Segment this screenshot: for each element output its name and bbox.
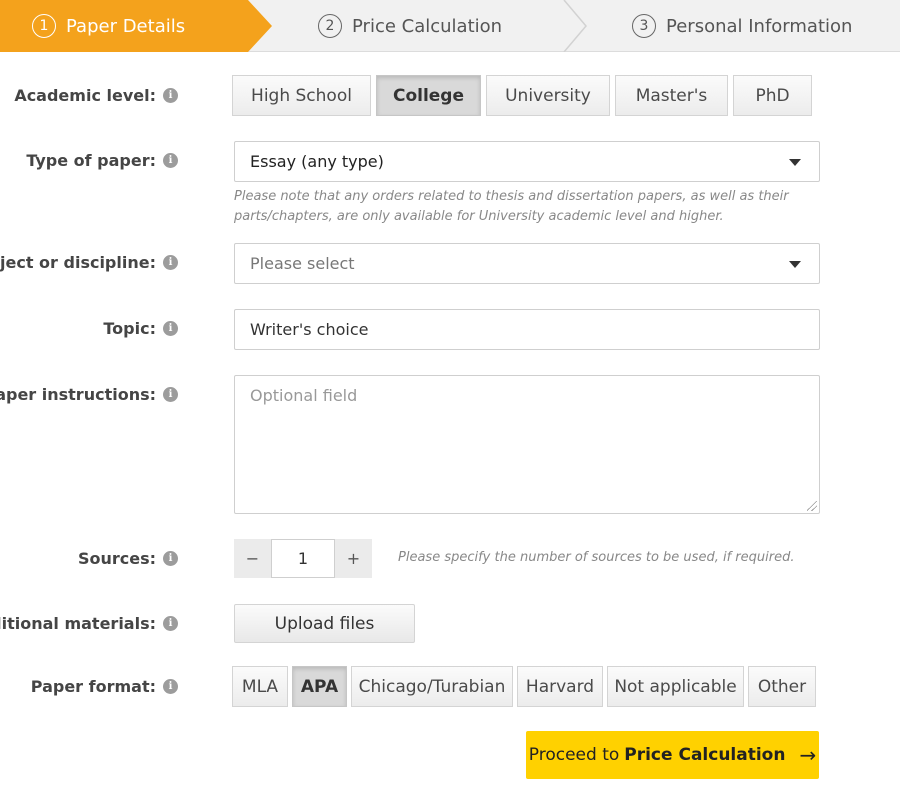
step-number: 3 [632,14,656,38]
proceed-target: Price Calculation [624,745,786,765]
step-number: 1 [32,14,56,38]
topic-input[interactable]: Writer's choice [234,309,820,350]
step-label: Paper Details [66,15,186,37]
info-icon[interactable]: i [163,387,178,402]
chevron-down-icon [789,159,801,166]
label-text: Sources: [77,549,156,568]
type-of-paper-label: Type of paper: i [26,151,178,170]
info-icon[interactable]: i [163,551,178,566]
sources-increment-button[interactable]: + [335,539,372,578]
order-steps: 1 Paper Details 2 Price Calculation 3 Pe… [0,0,900,52]
sources-count-input[interactable]: 1 [271,539,335,578]
info-icon[interactable]: i [163,321,178,336]
format-mla[interactable]: MLA [232,666,288,707]
paper-format-options: MLA APA Chicago/Turabian Harvard Not app… [232,666,816,707]
info-icon[interactable]: i [163,679,178,694]
label-text: Type of paper: [26,151,156,170]
label-text: Additional materials: [0,614,156,633]
academic-level-options: High School College University Master's … [232,75,817,116]
arrow-right-icon: → [799,743,817,767]
subject-placeholder: Please select [250,254,355,273]
label-text: Topic: [103,319,156,338]
format-chicago-turabian[interactable]: Chicago/Turabian [351,666,513,707]
sources-stepper: − 1 + [234,539,372,578]
info-icon[interactable]: i [163,255,178,270]
type-of-paper-value: Essay (any type) [250,152,384,171]
sources-label: Sources: i [78,549,178,568]
academic-level-college[interactable]: College [376,75,481,116]
info-icon[interactable]: i [163,88,178,103]
type-of-paper-note: Please note that any orders related to t… [234,189,789,224]
format-not-applicable[interactable]: Not applicable [607,666,744,707]
subject-label: Subject or discipline: i [0,253,178,272]
paper-format-label: Paper format: i [31,677,178,696]
upload-files-button[interactable]: Upload files [234,604,415,643]
paper-instructions-placeholder: Optional field [250,386,358,405]
step-paper-details[interactable]: 1 Paper Details [32,0,185,52]
label-text: Paper format: [30,677,156,696]
sources-hint: Please specify the number of sources to … [398,550,795,565]
paper-instructions-label: Paper instructions: i [0,385,178,404]
additional-materials-label: Additional materials: i [0,614,178,633]
academic-level-university[interactable]: University [486,75,610,116]
type-of-paper-select[interactable]: Essay (any type) [234,141,820,182]
step-price-calculation[interactable]: 2 Price Calculation [318,0,502,52]
resize-handle-icon[interactable] [807,501,817,511]
academic-level-masters[interactable]: Master's [615,75,728,116]
info-icon[interactable]: i [163,153,178,168]
label-text: Academic level: [14,86,156,105]
step-personal-information[interactable]: 3 Personal Information [632,0,852,52]
proceed-prefix: Proceed to [528,745,620,765]
label-text: Paper instructions: [0,385,156,404]
step-label: Price Calculation [352,15,503,37]
topic-label: Topic: i [103,319,178,338]
info-icon[interactable]: i [163,616,178,631]
academic-level-high-school[interactable]: High School [232,75,371,116]
step-number: 2 [318,14,342,38]
format-harvard[interactable]: Harvard [517,666,603,707]
paper-instructions-textarea[interactable]: Optional field [234,375,820,514]
sources-decrement-button[interactable]: − [234,539,271,578]
format-apa[interactable]: APA [292,666,347,707]
step-separator-icon [563,0,587,52]
academic-level-phd[interactable]: PhD [733,75,812,116]
format-other[interactable]: Other [748,666,816,707]
subject-select[interactable]: Please select [234,243,820,284]
step-label: Personal Information [666,15,853,37]
chevron-down-icon [789,261,801,268]
proceed-button[interactable]: Proceed to Price Calculation → [526,731,819,779]
academic-level-label: Academic level: i [14,86,178,105]
label-text: Subject or discipline: [0,253,156,272]
